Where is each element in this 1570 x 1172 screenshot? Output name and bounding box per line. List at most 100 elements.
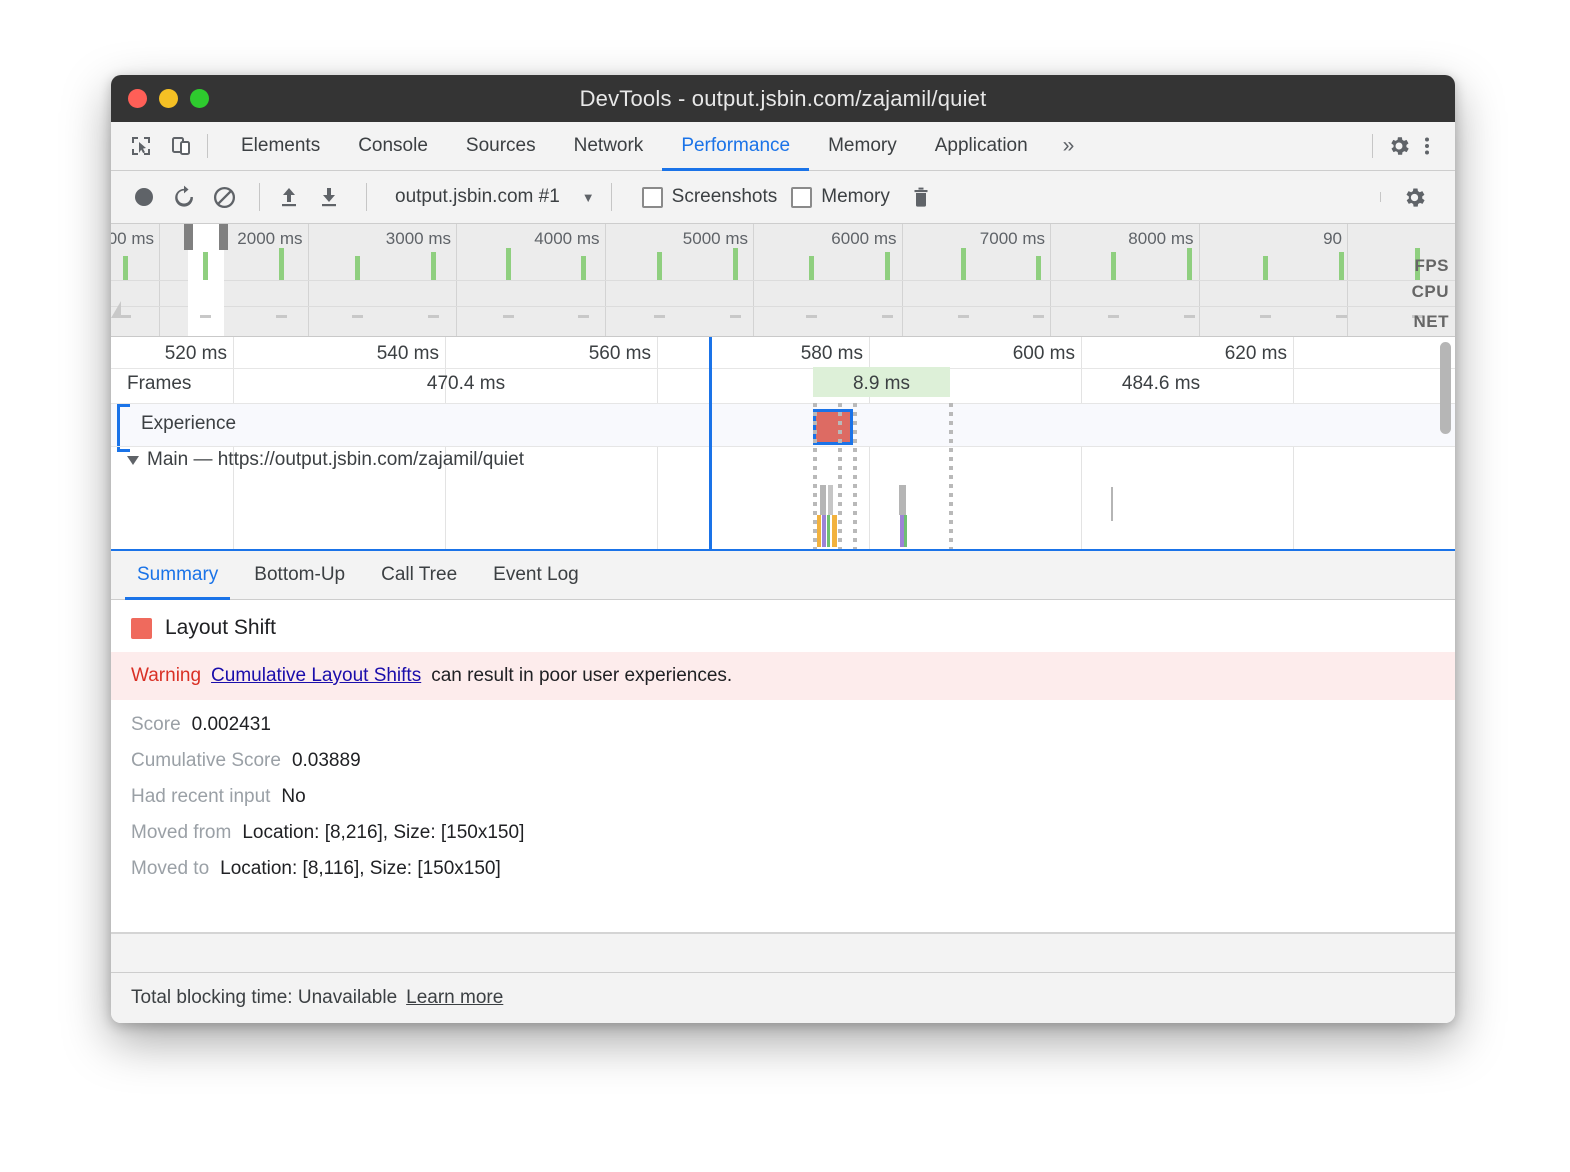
tab-overflow-button[interactable]: »: [1047, 122, 1091, 170]
flame-event-bar[interactable]: [1111, 487, 1113, 521]
tab-network[interactable]: Network: [555, 122, 663, 170]
flame-event-bar[interactable]: [899, 485, 906, 515]
tab-bottom-up-label: Bottom-Up: [254, 564, 345, 586]
devtools-window: DevTools - output.jsbin.com/zajamil/quie…: [111, 75, 1455, 1023]
detail-row-moved-from: Moved from Location: [8,216], Size: [150…: [111, 808, 1455, 844]
overview-tick-label: 2000 ms: [237, 229, 302, 249]
tab-application-label: Application: [935, 135, 1028, 157]
tab-console[interactable]: Console: [339, 122, 447, 170]
timeline-overview[interactable]: 1000 ms2000 ms3000 ms4000 ms5000 ms6000 …: [111, 224, 1455, 337]
memory-label: Memory: [821, 186, 890, 208]
overview-cpu-blip: [503, 315, 514, 318]
tab-event-log-label: Event Log: [493, 564, 579, 586]
overview-label-fps: FPS: [1414, 256, 1449, 276]
flame-event-bar[interactable]: [828, 485, 833, 515]
main-track-header[interactable]: Main — https://output.jsbin.com/zajamil/…: [127, 449, 524, 471]
frame-duration-3: 484.6 ms: [951, 373, 1371, 395]
tab-memory[interactable]: Memory: [809, 122, 916, 170]
chevron-down-icon[interactable]: [127, 456, 139, 465]
tab-application[interactable]: Application: [916, 122, 1047, 170]
flame-chart[interactable]: 520 ms540 ms560 ms580 ms600 ms620 ms640 …: [111, 337, 1455, 551]
flame-tick-label: 560 ms: [589, 343, 651, 365]
record-icon[interactable]: [127, 180, 161, 214]
tab-performance[interactable]: Performance: [662, 122, 809, 170]
detail-row-had-recent-input: Had recent input No: [111, 772, 1455, 808]
flame-event-bar[interactable]: [822, 515, 826, 547]
experience-track-row[interactable]: [111, 404, 1455, 446]
overview-label-cpu: CPU: [1412, 282, 1449, 302]
tab-summary[interactable]: Summary: [119, 551, 236, 599]
overview-selection-handle-left[interactable]: [184, 224, 193, 250]
memory-checkbox[interactable]: [791, 187, 812, 208]
flame-tick-label: 520 ms: [165, 343, 227, 365]
tabstrip-right-icons: [1362, 122, 1455, 170]
overview-fps-bar: [657, 252, 662, 280]
overview-selection-handle-right[interactable]: [219, 224, 228, 250]
overview-tick-label: 3000 ms: [386, 229, 451, 249]
flame-event-bar[interactable]: [832, 515, 837, 547]
overview-tick-label: 4000 ms: [534, 229, 599, 249]
reload-record-icon[interactable]: [167, 180, 201, 214]
overview-fps-bar: [885, 252, 890, 280]
learn-more-link[interactable]: Learn more: [406, 987, 503, 1009]
flame-event-bar[interactable]: [820, 485, 826, 515]
device-toolbar-icon[interactable]: [169, 134, 193, 158]
flame-event-bar[interactable]: [904, 515, 907, 547]
clear-icon[interactable]: [207, 180, 241, 214]
overview-cpu-blip: [578, 315, 589, 318]
layout-shift-event-block[interactable]: [813, 409, 853, 445]
overview-fps-bar: [1263, 256, 1268, 280]
overview-fps-bar: [123, 256, 128, 280]
tab-event-log[interactable]: Event Log: [475, 551, 597, 599]
flame-event-bar[interactable]: [817, 515, 821, 547]
tab-call-tree-label: Call Tree: [381, 564, 457, 586]
overview-cpu-blip-selected: [200, 315, 211, 318]
perfbar-divider-1: [259, 183, 260, 211]
window-titlebar: DevTools - output.jsbin.com/zajamil/quie…: [111, 75, 1455, 122]
tab-sources[interactable]: Sources: [447, 122, 555, 170]
overview-fps-bar: [279, 248, 284, 280]
tabstrip-left-icons: [111, 122, 193, 170]
overview-cpu-blip: [1336, 315, 1347, 318]
overview-tick-label: 1000 ms: [111, 229, 154, 249]
tab-console-label: Console: [358, 135, 428, 157]
overview-cpu-blip: [1033, 315, 1044, 318]
load-profile-icon[interactable]: [272, 180, 306, 214]
save-profile-icon[interactable]: [312, 180, 346, 214]
overview-cpu-blip: [882, 315, 893, 318]
perfbar-divider-2: [366, 183, 367, 211]
overview-fps-bar: [431, 252, 436, 280]
details-blank-strip: [111, 933, 1455, 972]
overview-fps-bar: [355, 256, 360, 280]
tab-bottom-up[interactable]: Bottom-Up: [236, 551, 363, 599]
session-selector[interactable]: output.jsbin.com #1: [395, 186, 560, 208]
flame-event-bar[interactable]: [827, 515, 830, 547]
tab-memory-label: Memory: [828, 135, 897, 157]
flame-selection-left-edge[interactable]: [709, 337, 712, 549]
overview-cpu-blip: [276, 315, 287, 318]
main-track-label: Main — https://output.jsbin.com/zajamil/…: [147, 449, 524, 471]
tabstrip-divider: [207, 134, 208, 158]
flame-tick-label: 580 ms: [801, 343, 863, 365]
cumulative-layout-shifts-link[interactable]: Cumulative Layout Shifts: [211, 665, 421, 687]
trash-icon[interactable]: [904, 180, 938, 214]
inspect-icon[interactable]: [129, 134, 153, 158]
overview-cpu-blip: [806, 315, 817, 318]
gear-icon[interactable]: [1387, 134, 1411, 158]
gear-icon[interactable]: [1397, 180, 1431, 214]
flame-vertical-scrollbar[interactable]: [1440, 342, 1451, 434]
screenshots-checkbox-group[interactable]: Screenshots: [642, 186, 778, 208]
warning-keyword: Warning: [131, 665, 201, 687]
tab-call-tree[interactable]: Call Tree: [363, 551, 475, 599]
tab-performance-label: Performance: [681, 135, 790, 157]
tabstrip-right-divider: [1372, 134, 1373, 158]
tab-overflow-label: »: [1063, 134, 1075, 158]
flame-guide-line: [853, 403, 857, 549]
chevron-down-icon[interactable]: ▼: [582, 190, 595, 205]
status-bar: Total blocking time: Unavailable Learn m…: [111, 972, 1455, 1023]
kebab-menu-icon[interactable]: [1415, 134, 1439, 158]
memory-checkbox-group[interactable]: Memory: [791, 186, 890, 208]
flame-row-divider-ruler: [111, 368, 1455, 369]
screenshots-checkbox[interactable]: [642, 187, 663, 208]
tab-elements[interactable]: Elements: [222, 122, 339, 170]
